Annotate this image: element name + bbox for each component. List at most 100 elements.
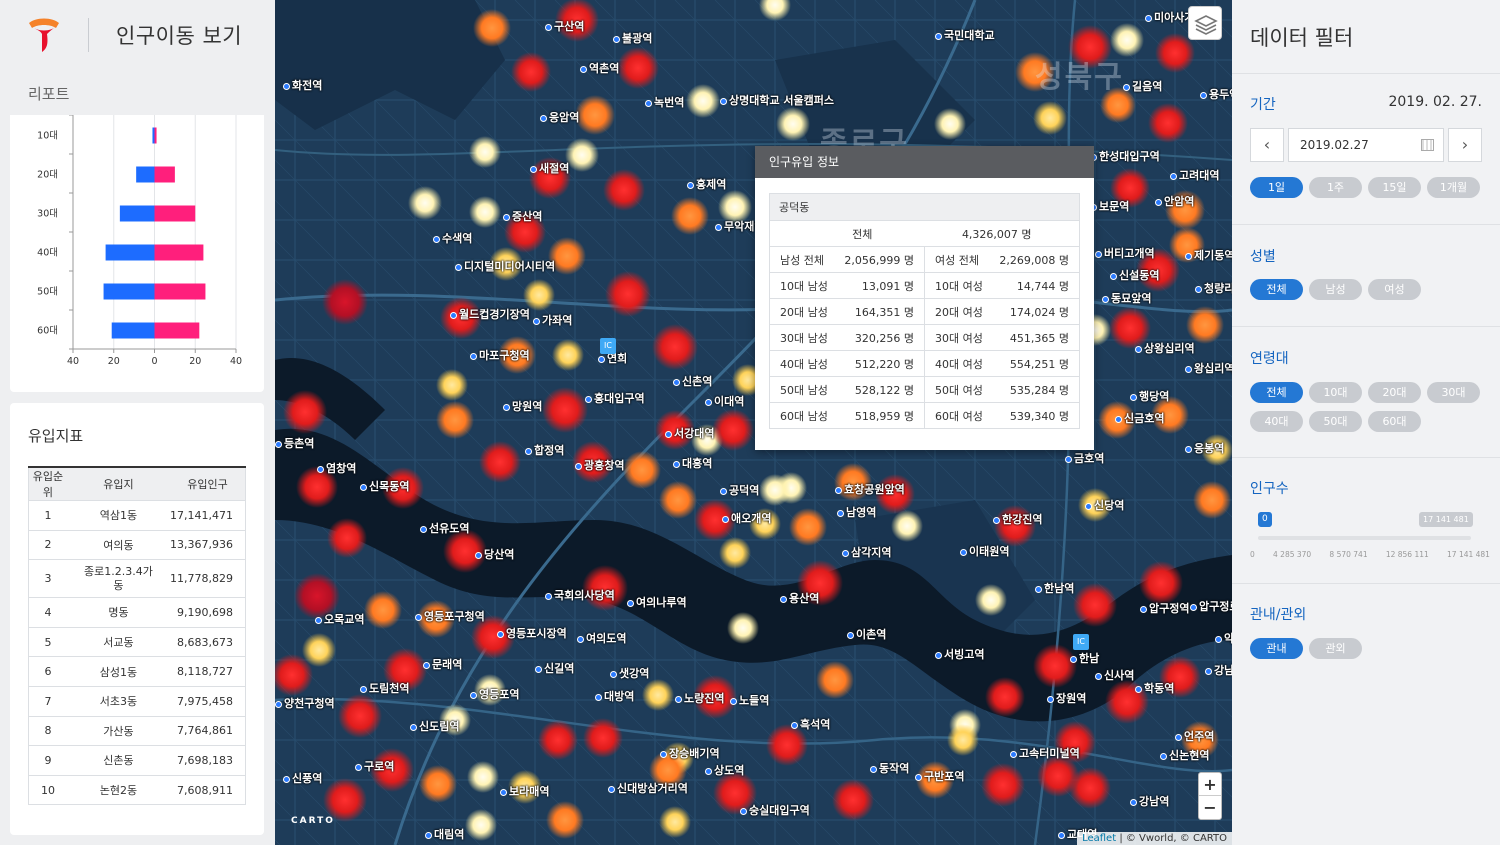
station-label[interactable]: 서강대역 (665, 425, 714, 441)
heat-point[interactable] (1033, 101, 1067, 135)
heat-point[interactable] (364, 591, 402, 629)
heat-point[interactable] (469, 196, 501, 228)
heat-point[interactable] (659, 481, 697, 519)
age-option-chip[interactable]: 전체 (1250, 382, 1303, 403)
heat-point[interactable] (891, 510, 923, 542)
heat-point[interactable] (436, 369, 468, 401)
station-label[interactable]: 신길역 (535, 660, 574, 676)
population-slider[interactable]: 0 17 141 481 0 4 285 370 8 570 741 12 856 1… (1250, 512, 1490, 562)
station-label[interactable]: 한남 (1070, 650, 1099, 666)
slider-max-handle[interactable]: 17 141 481 (1419, 512, 1473, 527)
station-label[interactable]: 삼각지역 (842, 544, 891, 560)
heat-point[interactable] (511, 52, 551, 92)
station-label[interactable]: 당산역 (475, 546, 514, 562)
station-label[interactable]: 버티고개역 (1095, 245, 1155, 261)
heat-point[interactable] (1073, 583, 1117, 627)
station-label[interactable]: 홍대입구역 (585, 390, 645, 406)
heat-point[interactable] (542, 387, 588, 433)
station-label[interactable]: 제기동역 (1185, 247, 1232, 263)
station-label[interactable]: 한성대입구역 (1090, 148, 1160, 164)
zoom-in-button[interactable]: + (1199, 773, 1221, 796)
gender-option-chip[interactable]: 여성 (1368, 279, 1421, 300)
station-label[interactable]: 응암역 (540, 109, 579, 125)
heat-point[interactable] (605, 271, 651, 317)
heat-point[interactable] (338, 694, 382, 738)
station-label[interactable]: 이대역 (705, 393, 744, 409)
station-label[interactable]: 용두역 (1200, 86, 1232, 102)
station-label[interactable]: 증산역 (503, 208, 542, 224)
heat-point[interactable] (623, 451, 661, 489)
heat-point[interactable] (408, 186, 442, 220)
heat-point[interactable] (642, 679, 674, 711)
station-label[interactable]: 영등포구청역 (415, 608, 485, 624)
station-label[interactable]: 효창공원앞역 (835, 481, 905, 497)
heat-point[interactable] (659, 806, 691, 838)
heat-point[interactable] (469, 136, 501, 168)
next-date-button[interactable]: › (1448, 128, 1482, 162)
period-option-chip[interactable]: 15일 (1368, 177, 1421, 198)
station-label[interactable]: 신당역 (1085, 497, 1124, 513)
station-label[interactable]: 장승배기역 (660, 745, 720, 761)
station-label[interactable]: 상왕십리역 (1135, 340, 1195, 356)
station-label[interactable]: 불광역 (613, 30, 652, 46)
station-label[interactable]: 노들역 (730, 692, 769, 708)
station-label[interactable]: 여의도역 (577, 630, 626, 646)
station-label[interactable]: 수색역 (433, 230, 472, 246)
station-label[interactable]: 오목교역 (315, 611, 364, 627)
station-label[interactable]: 숭실대입구역 (740, 802, 810, 818)
heat-point[interactable] (419, 765, 457, 803)
heat-point[interactable] (981, 763, 1025, 807)
station-label[interactable]: 디지털미디어시티역 (455, 258, 555, 274)
station-label[interactable]: 영등포역 (470, 686, 519, 702)
station-label[interactable]: 신목동역 (360, 478, 409, 494)
heat-point[interactable] (975, 584, 1007, 616)
heat-point[interactable] (538, 720, 578, 760)
station-label[interactable]: 망원역 (503, 398, 542, 414)
zoom-out-button[interactable]: − (1199, 796, 1221, 819)
heat-point[interactable] (1186, 306, 1224, 344)
station-label[interactable]: 여의나루역 (627, 594, 687, 610)
heat-point[interactable] (1148, 103, 1188, 143)
domestic-option-chip[interactable]: 관외 (1309, 638, 1362, 659)
station-label[interactable]: 역촌역 (580, 60, 619, 76)
heat-point[interactable] (436, 401, 474, 439)
heat-point[interactable] (617, 47, 659, 89)
period-option-chip[interactable]: 1일 (1250, 177, 1303, 198)
station-label[interactable]: 마포구청역 (470, 347, 530, 363)
station-label[interactable]: 흑석역 (791, 716, 830, 732)
heat-point[interactable] (1193, 481, 1231, 519)
station-label[interactable]: 언주역 (1175, 728, 1214, 744)
heat-point[interactable] (603, 169, 645, 211)
station-label[interactable]: 영등포시장역 (497, 625, 567, 641)
station-label[interactable]: 합정역 (525, 442, 564, 458)
station-label[interactable]: 새절역 (530, 160, 569, 176)
age-option-chip[interactable]: 60대 (1368, 411, 1421, 432)
station-label[interactable]: 고속터미널역 (1010, 745, 1080, 761)
heat-point[interactable] (467, 761, 499, 793)
heat-point[interactable] (759, 474, 791, 506)
station-label[interactable]: 압구정로데오역 (1190, 598, 1232, 614)
station-label[interactable]: 문래역 (423, 656, 462, 672)
station-label[interactable]: 대방역 (595, 688, 634, 704)
station-label[interactable]: 압구정역 (1140, 600, 1189, 616)
station-label[interactable]: 샛강역 (610, 665, 649, 681)
station-label[interactable]: 한강진역 (993, 511, 1042, 527)
station-label[interactable]: 국민대학교 (935, 27, 995, 43)
age-option-chip[interactable]: 10대 (1309, 382, 1362, 403)
station-label[interactable]: 금호역 (1065, 450, 1104, 466)
station-label[interactable]: 신논현역 (1160, 747, 1209, 763)
station-label[interactable]: 강남구청역 (1205, 662, 1232, 678)
station-label[interactable]: 상명대학교 서울캠퍼스 (720, 92, 834, 108)
heat-point[interactable] (322, 279, 368, 325)
station-label[interactable]: 동작역 (870, 760, 909, 776)
heat-point[interactable] (552, 339, 584, 371)
age-option-chip[interactable]: 20대 (1368, 382, 1421, 403)
station-label[interactable]: 광흥창역 (575, 457, 624, 473)
heat-point[interactable] (671, 197, 709, 235)
heat-point[interactable] (1069, 767, 1111, 809)
age-option-chip[interactable]: 40대 (1250, 411, 1303, 432)
age-option-chip[interactable]: 30대 (1427, 382, 1480, 403)
station-label[interactable]: 길음역 (1123, 78, 1162, 94)
period-option-chip[interactable]: 1주 (1309, 177, 1362, 198)
station-label[interactable]: 청량리역 (1195, 280, 1232, 296)
